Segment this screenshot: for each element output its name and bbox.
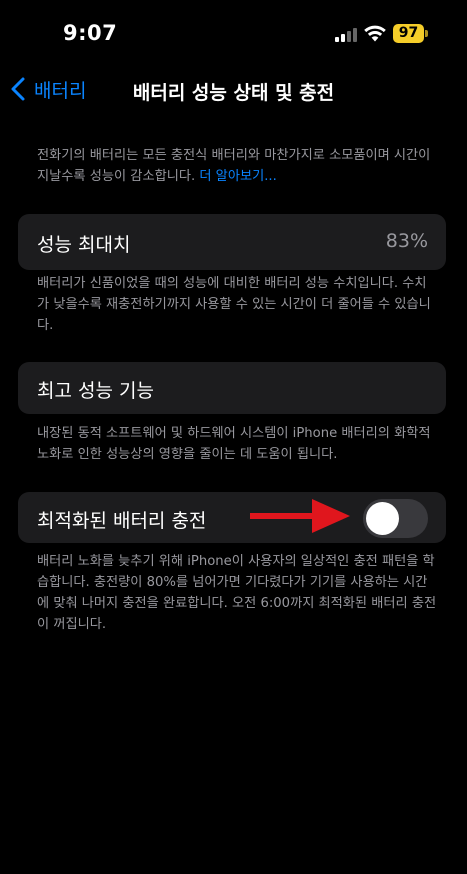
wifi-icon xyxy=(364,25,386,42)
status-bar: 9:07 97 xyxy=(0,0,467,64)
cellular-signal-icon xyxy=(335,28,357,42)
peak-performance-cell: 최고 성능 기능 xyxy=(18,362,446,414)
page-title: 배터리 성능 상태 및 충전 xyxy=(132,82,335,104)
max-capacity-label: 성능 최대치 xyxy=(37,234,131,256)
battery-tip-icon xyxy=(425,30,428,37)
intro-description: 전화기의 배터리는 모든 충전식 배터리와 마찬가지로 소모품이며 시간이 지날… xyxy=(37,145,437,187)
toggle-knob xyxy=(366,502,399,535)
red-arrow-annotation xyxy=(250,499,350,533)
max-capacity-value: 83% xyxy=(385,230,428,252)
learn-more-link[interactable]: 더 알아보기... xyxy=(199,169,276,184)
peak-performance-label: 최고 성능 기능 xyxy=(37,380,154,402)
battery-indicator: 97 xyxy=(393,24,424,43)
max-capacity-cell: 성능 최대치 83% xyxy=(18,214,446,270)
navigation-bar: 배터리 배터리 성능 상태 및 충전 xyxy=(0,64,467,114)
status-time: 9:07 xyxy=(63,21,118,45)
optimized-charging-label: 최적화된 배터리 충전 xyxy=(37,510,207,532)
optimized-charging-toggle[interactable] xyxy=(363,499,428,538)
peak-performance-footnote: 내장된 동적 소프트웨어 및 하드웨어 시스템이 iPhone 배터리의 화학적… xyxy=(37,426,431,462)
max-capacity-footnote: 배터리가 신품이었을 때의 성능에 대비한 배터리 성능 수치입니다. 수치가 … xyxy=(37,276,431,333)
optimized-charging-footnote: 배터리 노화를 늦추기 위해 iPhone이 사용자의 일상적인 충전 패턴을 … xyxy=(37,554,437,632)
